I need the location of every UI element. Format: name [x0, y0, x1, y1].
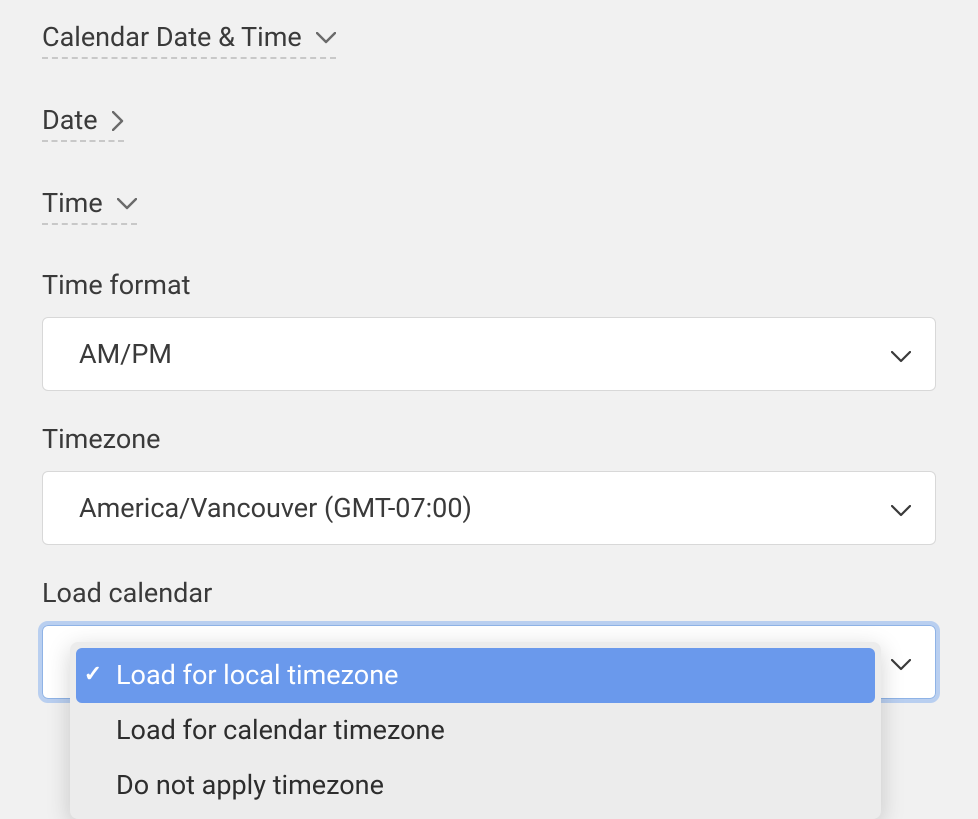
calendar-datetime-heading[interactable]: Calendar Date & Time	[42, 20, 336, 59]
dropdown-option-label: Load for local timezone	[116, 658, 398, 693]
timezone-value: America/Vancouver (GMT-07:00)	[79, 492, 472, 524]
time-heading-label: Time	[42, 186, 103, 221]
chevron-down-icon	[891, 646, 911, 678]
check-icon: ✓	[82, 661, 104, 690]
time-format-select[interactable]: AM/PM	[42, 317, 936, 391]
date-heading[interactable]: Date	[42, 103, 124, 142]
chevron-down-icon	[891, 492, 911, 524]
timezone-label: Timezone	[42, 423, 936, 455]
time-heading[interactable]: Time	[42, 186, 137, 225]
chevron-down-icon	[891, 338, 911, 370]
dropdown-option-calendar-timezone[interactable]: Load for calendar timezone	[76, 703, 875, 758]
timezone-select[interactable]: America/Vancouver (GMT-07:00)	[42, 471, 936, 545]
dropdown-option-label: Load for calendar timezone	[116, 713, 445, 748]
date-heading-label: Date	[42, 103, 98, 138]
calendar-datetime-heading-label: Calendar Date & Time	[42, 20, 302, 55]
load-calendar-label: Load calendar	[42, 577, 936, 609]
time-format-value: AM/PM	[79, 338, 172, 370]
load-calendar-dropdown[interactable]: ✓ Load for local timezone Load for calen…	[70, 642, 881, 819]
chevron-down-icon	[117, 198, 137, 210]
dropdown-option-local-timezone[interactable]: ✓ Load for local timezone	[76, 648, 875, 703]
time-format-label: Time format	[42, 269, 936, 301]
dropdown-option-label: Do not apply timezone	[116, 768, 384, 803]
dropdown-option-no-timezone[interactable]: Do not apply timezone	[76, 758, 875, 813]
chevron-right-icon	[112, 111, 124, 131]
chevron-down-icon	[316, 32, 336, 44]
